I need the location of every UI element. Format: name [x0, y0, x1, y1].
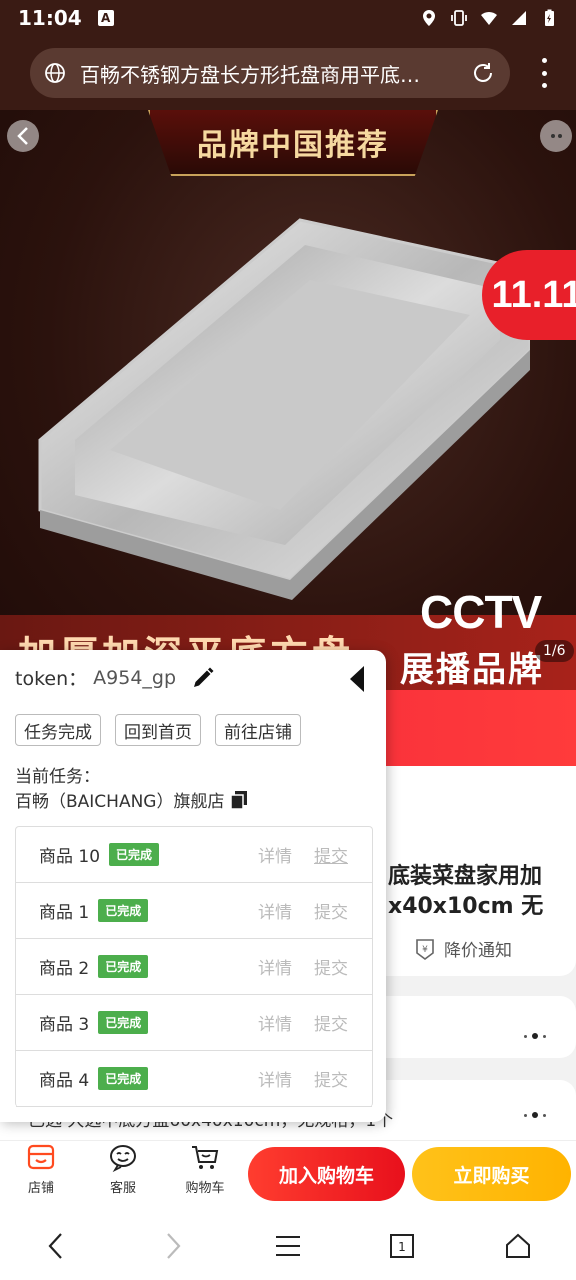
- nav-menu-button[interactable]: [270, 1228, 306, 1264]
- task-row: 商品 4 已完成 详情 提交: [16, 1051, 372, 1107]
- status-time: 11:04: [18, 6, 82, 30]
- service-icon: [110, 1145, 136, 1173]
- price-notice-label: 降价通知: [444, 941, 512, 961]
- buy-now-button[interactable]: 立即购买: [412, 1147, 571, 1201]
- back-button[interactable]: [7, 120, 39, 152]
- nav-forward-icon: [167, 1233, 181, 1259]
- back-icon: [17, 127, 28, 145]
- token-value: A954_gp: [93, 666, 177, 689]
- browser-toolbar: 百畅不锈钢方盘长方形托盘商用平底…: [0, 36, 576, 110]
- status-badge: 已完成: [109, 843, 160, 866]
- location-icon: [423, 10, 435, 26]
- brand-banner: 品牌中国推荐: [148, 110, 438, 176]
- submit-link[interactable]: 提交: [314, 898, 348, 923]
- cctv-subtitle: 展播品牌: [400, 650, 544, 690]
- menu-icon: [276, 1236, 300, 1256]
- product-title-line1: 底装菜盘家用加: [388, 864, 543, 889]
- more-button[interactable]: [540, 120, 572, 152]
- more-dots-2[interactable]: [524, 1112, 546, 1118]
- product-title-line2: x40x10cm 无: [388, 894, 544, 919]
- signal-icon: [512, 11, 526, 25]
- task-list: 商品 10 已完成 详情 提交 商品 1 已完成 详情 提交 商品 2 已完成 …: [15, 826, 373, 1107]
- detail-link[interactable]: 详情: [258, 898, 292, 923]
- submit-link[interactable]: 提交: [314, 1066, 348, 1091]
- status-badge: 已完成: [98, 899, 149, 922]
- reload-icon[interactable]: [470, 60, 496, 86]
- go-home-button[interactable]: 回到首页: [115, 714, 201, 746]
- task-item-name: 商品 1: [39, 903, 90, 923]
- bottom-action-bar: 店铺 客服 购物车 加入购物车 立即购买: [0, 1140, 576, 1208]
- task-row: 商品 10 已完成 详情 提交: [16, 827, 372, 883]
- cctv-logo: CCTV: [420, 586, 542, 638]
- service-tab-label: 客服: [109, 1181, 136, 1196]
- current-task-label: 当前任务：: [15, 767, 100, 787]
- shop-tab[interactable]: 店铺: [11, 1143, 71, 1196]
- task-row: 商品 2 已完成 详情 提交: [16, 939, 372, 995]
- task-row: 商品 3 已完成 详情 提交: [16, 995, 372, 1051]
- steel-tray-image: [38, 218, 530, 600]
- detail-link[interactable]: 详情: [258, 1010, 292, 1035]
- edit-icon[interactable]: [190, 665, 216, 691]
- panel-actions: 任务完成 回到首页 前往店铺: [15, 714, 301, 746]
- cart-tab-label: 购物车: [185, 1181, 225, 1196]
- address-bar[interactable]: 百畅不锈钢方盘长方形托盘商用平底…: [30, 48, 510, 98]
- task-done-button[interactable]: 任务完成: [15, 714, 101, 746]
- home-icon: [506, 1233, 530, 1258]
- submit-link[interactable]: 提交: [314, 1010, 348, 1035]
- nav-forward-button[interactable]: [155, 1228, 191, 1264]
- detail-link[interactable]: 详情: [258, 1066, 292, 1091]
- task-item-name: 商品 4: [39, 1071, 90, 1091]
- submit-link[interactable]: 提交: [314, 842, 348, 867]
- tabs-icon: 1: [390, 1234, 414, 1258]
- go-shop-button[interactable]: 前往店铺: [215, 714, 301, 746]
- price-tag-icon: ¥: [416, 938, 434, 960]
- task-row: 商品 1 已完成 详情 提交: [16, 883, 372, 939]
- cart-icon: [192, 1146, 219, 1169]
- image-page-counter: 1/6: [535, 640, 574, 662]
- copy-icon[interactable]: [230, 790, 248, 810]
- more-vert-icon[interactable]: [540, 58, 548, 88]
- shop-name: 百畅（BAICHANG）旗舰店: [15, 792, 225, 812]
- task-item-name: 商品 2: [39, 959, 90, 979]
- svg-text:¥: ¥: [422, 945, 428, 955]
- nav-back-icon: [48, 1233, 62, 1259]
- token-row: token： A954_gp: [15, 664, 216, 691]
- status-badge: 已完成: [98, 955, 149, 978]
- price-notice-button[interactable]: ¥ 降价通知: [414, 936, 512, 961]
- nav-tabs-button[interactable]: 1: [384, 1228, 420, 1264]
- status-badge: 已完成: [98, 1011, 149, 1034]
- shop-icon: [27, 1144, 55, 1170]
- collapse-panel-icon[interactable]: [350, 666, 364, 692]
- submit-link[interactable]: 提交: [314, 954, 348, 979]
- status-icons: [420, 9, 558, 27]
- task-item-name: 商品 10: [39, 847, 101, 867]
- nav-home-button[interactable]: [500, 1228, 536, 1264]
- task-panel: token： A954_gp 任务完成 回到首页 前往店铺 当前任务： 百畅（B…: [0, 650, 386, 1122]
- detail-link[interactable]: 详情: [258, 954, 292, 979]
- token-label: token：: [15, 668, 88, 690]
- system-navigation-bar: 1: [0, 1208, 576, 1280]
- task-item-name: 商品 3: [39, 1015, 90, 1035]
- address-text: 百畅不锈钢方盘长方形托盘商用平底…: [80, 62, 420, 87]
- shop-tab-label: 店铺: [27, 1181, 54, 1196]
- service-tab[interactable]: 客服: [93, 1143, 153, 1196]
- product-hero-image[interactable]: 品牌中国推荐 11.11 加厚加深平底方盘 CCTV 展播品牌 1/6: [0, 110, 576, 690]
- current-task-shop: 百畅（BAICHANG）旗舰店: [15, 787, 248, 812]
- svg-text:1: 1: [398, 1240, 406, 1254]
- status-bar: 11:04 A: [0, 0, 576, 36]
- more-dots-1[interactable]: [524, 1033, 546, 1039]
- battery-icon: [545, 9, 554, 26]
- detail-link[interactable]: 详情: [258, 842, 292, 867]
- wifi-icon: [481, 11, 497, 25]
- nav-back-button[interactable]: [38, 1228, 74, 1264]
- globe-icon: [45, 63, 65, 83]
- vibrate-icon: [451, 10, 467, 26]
- double-eleven-badge: 11.11: [482, 250, 576, 340]
- status-badge: 已完成: [98, 1067, 149, 1090]
- cart-tab[interactable]: 购物车: [175, 1143, 235, 1196]
- notification-icon: A: [97, 10, 114, 26]
- add-to-cart-button[interactable]: 加入购物车: [248, 1147, 405, 1201]
